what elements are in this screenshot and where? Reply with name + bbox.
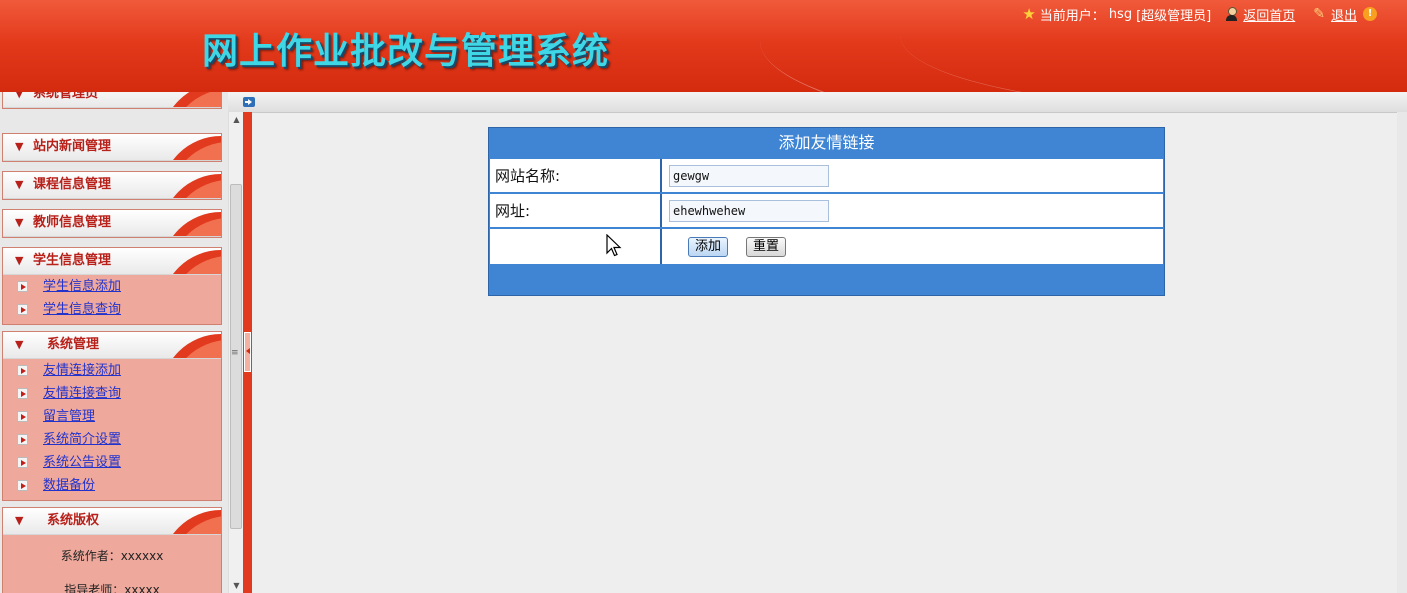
- wrench-icon: ✎: [1313, 6, 1325, 22]
- menu-section-header[interactable]: ▼ 系统版权: [3, 508, 221, 535]
- menu-link-student-add[interactable]: 学生信息添加: [43, 275, 121, 298]
- site-name-input[interactable]: gewgw: [669, 165, 829, 187]
- triangle-down-icon: ▼: [15, 254, 24, 267]
- menu-section-student: ▼ 学生信息管理 学生信息添加 学生信息查询: [2, 247, 222, 325]
- home-link[interactable]: 返回首页: [1243, 5, 1295, 24]
- triangle-down-icon: ▼: [15, 92, 24, 100]
- menu-item: 友情连接添加: [3, 359, 221, 382]
- arrow-bullet-icon: [17, 281, 28, 292]
- menu-link-student-query[interactable]: 学生信息查询: [43, 298, 121, 321]
- arrow-bullet-icon: [17, 434, 28, 445]
- top-user-bar: ★ 当前用户： hsg [超级管理员] 返回首页 ✎ 退出 !: [1014, 4, 1377, 24]
- menu-item: 学生信息查询: [3, 298, 221, 321]
- main-scrollbar[interactable]: [1397, 112, 1407, 593]
- menu-link-notice-settings[interactable]: 系统公告设置: [43, 451, 121, 474]
- menu-item: 留言管理: [3, 405, 221, 428]
- alert-icon: !: [1363, 7, 1377, 21]
- menu-item: 数据备份: [3, 474, 221, 497]
- toggle-sidebar-icon[interactable]: [243, 97, 255, 107]
- menu-link-friendlink-query[interactable]: 友情连接查询: [43, 382, 121, 405]
- arrow-bullet-icon: [17, 457, 28, 468]
- menu-item: 系统公告设置: [3, 451, 221, 474]
- menu-section-course: ▼ 课程信息管理: [2, 171, 222, 200]
- menu-section-system: ▼ 系统管理 友情连接添加 友情连接查询 留言管理 系统简介设置 系统公告设置 …: [2, 331, 222, 501]
- menu-item: 系统简介设置: [3, 428, 221, 451]
- triangle-down-icon: ▼: [15, 514, 24, 527]
- menu-section-header[interactable]: ▼ 教师信息管理: [3, 210, 221, 237]
- current-user-box: ★ 当前用户： hsg [超级管理员]: [1014, 4, 1219, 24]
- menu-section-header[interactable]: ▼ 系统管理员: [3, 92, 221, 108]
- scroll-down-icon[interactable]: ▼: [229, 578, 244, 593]
- menu-item: 友情连接查询: [3, 382, 221, 405]
- triangle-down-icon: ▼: [15, 178, 24, 191]
- menu-section-header[interactable]: ▼ 学生信息管理: [3, 248, 221, 275]
- menu-section-copyright: ▼ 系统版权 系统作者：xxxxxx 指导老师：xxxxx: [2, 507, 222, 593]
- site-name-label: 网站名称:: [490, 159, 662, 192]
- sidebar: ▼ 系统管理员 ▼ 站内新闻管理 ▼ 课程信息管理 ▼ 教师信息管理 ▼ 学生信…: [0, 92, 228, 593]
- form-title: 添加友情链接: [778, 133, 875, 152]
- arrow-bullet-icon: [17, 304, 28, 315]
- arrow-bullet-icon: [17, 365, 28, 376]
- menu-link-friendlink-add[interactable]: 友情连接添加: [43, 359, 121, 382]
- menu-section-header[interactable]: ▼ 系统管理: [3, 332, 221, 359]
- arrow-bullet-icon: [17, 388, 28, 399]
- row-url: 网址: ehewhwehew: [490, 194, 1163, 227]
- add-button[interactable]: 添加: [688, 237, 728, 257]
- copyright-author: 系统作者：xxxxxx: [60, 549, 164, 563]
- arrow-bullet-icon: [17, 411, 28, 422]
- current-user-label: 当前用户：: [1039, 8, 1105, 24]
- menu-item: 学生信息添加: [3, 275, 221, 298]
- frame-toolbar: [228, 92, 1407, 113]
- collapse-handle-icon[interactable]: [244, 332, 251, 372]
- header-banner: 网上作业批改与管理系统 ★ 当前用户： hsg [超级管理员] 返回首页 ✎ 退…: [0, 0, 1407, 92]
- menu-section-teacher: ▼ 教师信息管理: [2, 209, 222, 238]
- menu-link-intro-settings[interactable]: 系统简介设置: [43, 428, 121, 451]
- menu-section-header[interactable]: ▼ 课程信息管理: [3, 172, 221, 199]
- add-friend-link-form: 添加友情链接 网站名称: gewgw 网址: ehewhwehew 添加 重置: [488, 127, 1165, 296]
- logout-link[interactable]: 退出: [1331, 5, 1357, 24]
- current-user-name: hsg: [1108, 6, 1133, 22]
- row-site-name: 网站名称: gewgw: [490, 159, 1163, 192]
- triangle-down-icon: ▼: [15, 140, 24, 153]
- user-role: [超级管理员]: [1136, 8, 1212, 24]
- sidebar-scrollbar[interactable]: ▲ ≡ ▼: [228, 112, 244, 593]
- arrow-bullet-icon: [17, 480, 28, 491]
- menu-link-backup[interactable]: 数据备份: [43, 474, 95, 497]
- user-icon: [1225, 7, 1238, 21]
- copyright-advisor: 指导老师：xxxxx: [64, 583, 160, 593]
- actions-label-cell: [490, 229, 662, 264]
- star-icon: ★: [1022, 5, 1036, 23]
- scroll-up-icon[interactable]: ▲: [229, 112, 244, 127]
- menu-link-messages[interactable]: 留言管理: [43, 405, 95, 428]
- triangle-down-icon: ▼: [15, 338, 24, 351]
- menu-section-news: ▼ 站内新闻管理: [2, 133, 222, 162]
- reset-button[interactable]: 重置: [746, 237, 786, 257]
- sidebar-splitter[interactable]: [243, 112, 252, 593]
- app-title: 网上作业批改与管理系统: [202, 30, 610, 72]
- row-actions: 添加 重置: [490, 229, 1163, 264]
- triangle-down-icon: ▼: [15, 216, 24, 229]
- menu-section-header[interactable]: ▼ 站内新闻管理: [3, 134, 221, 161]
- mouse-cursor-icon: [606, 234, 622, 257]
- menu-section-admin: ▼ 系统管理员: [2, 92, 222, 109]
- url-input[interactable]: ehewhwehew: [669, 200, 829, 222]
- url-label: 网址:: [490, 194, 662, 227]
- grip-icon: ≡: [231, 348, 239, 358]
